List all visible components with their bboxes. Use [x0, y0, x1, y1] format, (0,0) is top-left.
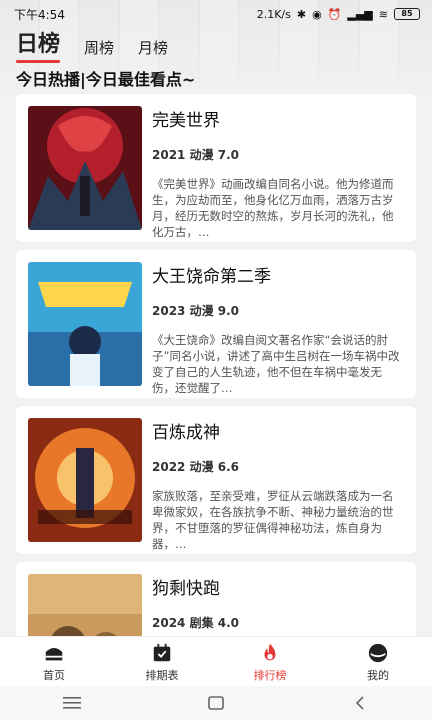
nav-ranking[interactable]: 排行榜 [225, 637, 315, 686]
nav-schedule[interactable]: 排期表 [117, 637, 207, 686]
nav-profile-label: 我的 [367, 669, 389, 682]
hd-icon: ◉ [312, 7, 322, 21]
item-title: 狗剩快跑 [152, 579, 220, 599]
item-title: 完美世界 [152, 111, 220, 131]
item-title: 百炼成神 [152, 423, 220, 443]
item-description: 《完美世界》动画改编自同名小说。他为修道而生，为应劫而至，他身化亿万血雨，洒落万… [152, 177, 394, 239]
status-icons: 2.1K/s ✱ ◉ ⏰ ▂▄▆ ≋ 85 [257, 8, 420, 21]
square-icon [208, 696, 224, 710]
home-button[interactable] [196, 691, 236, 715]
tab-monthly[interactable]: 月榜 [138, 37, 168, 58]
page-subtitle: 今日热播|今日最佳看点~ [16, 70, 196, 89]
system-navigation-bar [0, 686, 432, 720]
signal-icon: ▂▄▆ [347, 7, 373, 21]
status-time: 下午4:54 [14, 7, 65, 22]
list-item[interactable]: 大王饶命第二季 2023 动漫 9.0 《大王饶命》改编自阅文著名作家“会说话的… [16, 250, 416, 398]
ranking-list: 完美世界 2021 动漫 7.0 《完美世界》动画改编自同名小说。他为修道而生，… [16, 94, 416, 718]
profile-icon [368, 643, 388, 663]
back-icon [355, 696, 364, 710]
nav-profile[interactable]: 我的 [333, 637, 423, 686]
nav-home[interactable]: 首页 [9, 637, 99, 686]
wifi-icon: ≋ [378, 7, 388, 21]
battery-icon: 85 [394, 8, 420, 20]
status-bar: 下午4:54 2.1K/s ✱ ◉ ⏰ ▂▄▆ ≋ 85 [0, 0, 432, 28]
home-icon [45, 647, 63, 661]
item-meta: 2023 动漫 9.0 [152, 304, 240, 318]
nav-ranking-label: 排行榜 [253, 669, 287, 682]
item-meta: 2024 剧集 4.0 [152, 616, 240, 630]
list-item[interactable]: 百炼成神 2022 动漫 6.6 家族败落，至亲受难，罗征从云端跌落成为一名卑微… [16, 406, 416, 554]
tab-weekly[interactable]: 周榜 [84, 37, 114, 58]
menu-button[interactable] [52, 691, 92, 715]
back-button[interactable] [340, 691, 380, 715]
menu-icon [63, 697, 81, 709]
bottom-navigation: 首页 排期表 排行榜 我的 [0, 636, 432, 686]
item-meta: 2022 动漫 6.6 [152, 460, 240, 474]
poster-image [28, 418, 142, 542]
poster-image [28, 262, 142, 386]
list-item[interactable]: 完美世界 2021 动漫 7.0 《完美世界》动画改编自同名小说。他为修道而生，… [16, 94, 416, 242]
item-description: 《大王饶命》改编自阅文著名作家“会说话的肘子”同名小说，讲述了高中生吕树在一场车… [152, 333, 400, 395]
item-meta: 2021 动漫 7.0 [152, 148, 240, 162]
item-description: 家族败落，至亲受难，罗征从云端跌落成为一名卑微家奴，在各族抗争不断、神秘力量统治… [152, 489, 394, 551]
bluetooth-icon: ✱ [296, 7, 307, 21]
poster-image [28, 106, 142, 230]
nav-schedule-label: 排期表 [145, 669, 179, 682]
ranking-tabs: 日榜 周榜 月榜 [16, 32, 168, 63]
alarm-icon: ⏰ [327, 7, 342, 21]
fire-icon [264, 643, 276, 661]
network-speed: 2.1K/s [256, 7, 291, 21]
calendar-icon [153, 643, 171, 662]
nav-home-label: 首页 [43, 669, 65, 682]
item-title: 大王饶命第二季 [152, 267, 271, 287]
tab-daily[interactable]: 日榜 [16, 32, 61, 63]
